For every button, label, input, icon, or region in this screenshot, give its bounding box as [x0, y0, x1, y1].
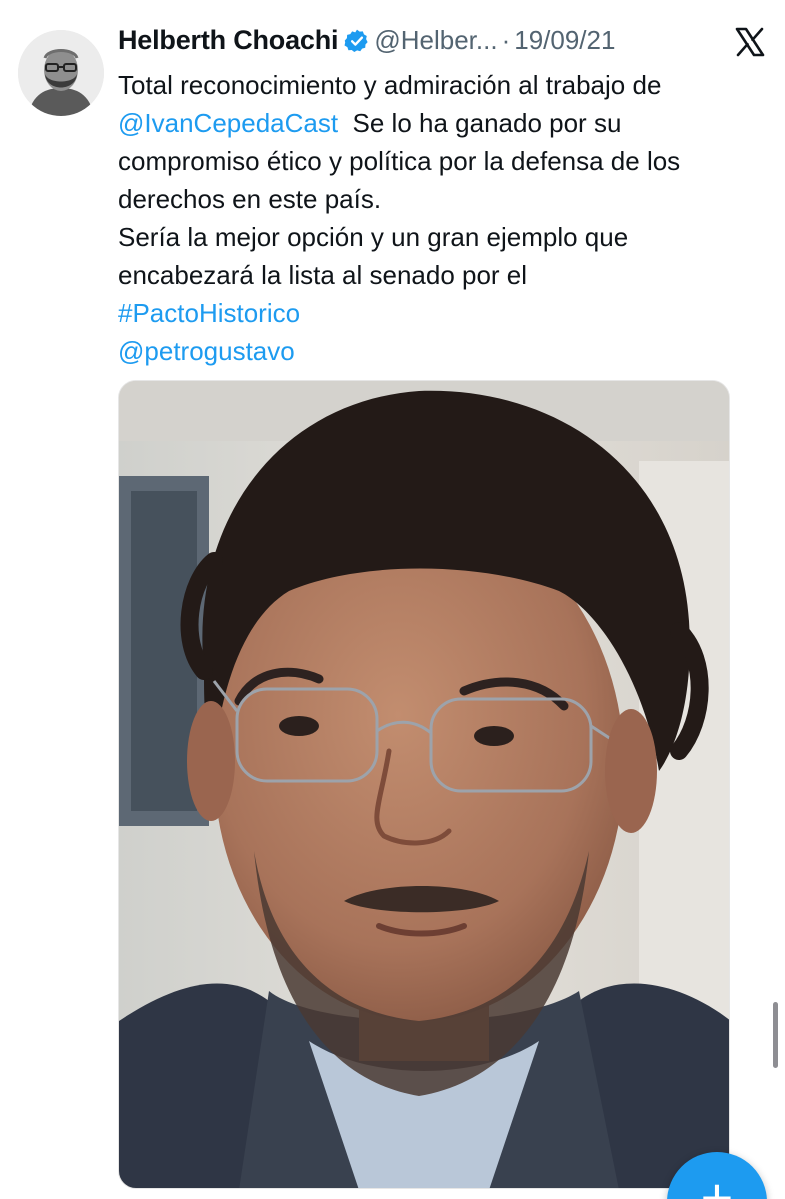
author-name[interactable]: Helberth Choachi	[118, 25, 339, 55]
tweet-line-text: Se lo ha ganado por su	[338, 108, 622, 138]
tweet-line: Sería la mejor opción y un gran ejemplo …	[118, 222, 629, 252]
mention-link[interactable]: @petrogustavo	[118, 332, 768, 370]
tweet-screen: Helberth Choachi @Helber... · 19/09/21 Tota…	[0, 0, 785, 1199]
portrait-photo	[119, 381, 729, 1188]
meta-separator: ·	[501, 25, 511, 55]
tweet-line: compromiso ético y política por la defen…	[118, 146, 681, 176]
tweet-line: derechos en este país.	[118, 184, 382, 214]
tweet-text: Total reconocimiento y admiración al tra…	[118, 66, 768, 370]
tweet-line: encabezará la lista al senado por el	[118, 260, 528, 290]
plus-icon: +	[700, 1166, 734, 1199]
scrollbar[interactable]	[773, 1002, 778, 1068]
tweet-line-mention: @IvanCepedaCast Se lo ha ganado por su	[118, 104, 768, 142]
verified-badge-icon	[344, 28, 370, 54]
avatar-portrait	[18, 30, 104, 116]
tweet-photo[interactable]	[118, 380, 730, 1189]
x-logo-icon	[735, 27, 765, 57]
tweet-header: Helberth Choachi @Helber... · 19/09/21	[118, 25, 718, 65]
tweet-date[interactable]: 19/09/21	[514, 25, 615, 55]
author-handle[interactable]: @Helber...	[374, 25, 497, 55]
tweet-line: Total reconocimiento y admiración al tra…	[118, 70, 662, 100]
hashtag-link[interactable]: #PactoHistorico	[118, 294, 768, 332]
author-avatar[interactable]	[18, 30, 104, 116]
mention-link[interactable]: @IvanCepedaCast	[118, 108, 338, 138]
